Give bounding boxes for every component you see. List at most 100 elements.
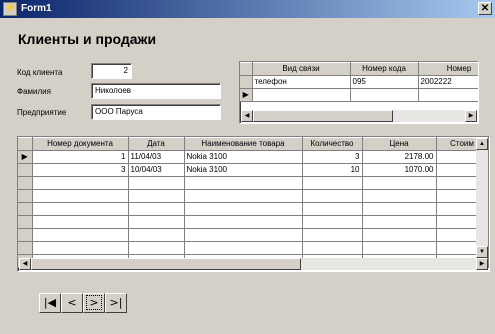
sales-grid[interactable]: Номер документа Дата Наименование товара… [17, 136, 490, 272]
table-cell[interactable] [350, 88, 419, 102]
column-header[interactable]: Номер кода [350, 62, 419, 76]
table-cell[interactable] [128, 176, 185, 190]
table-cell[interactable] [302, 189, 363, 203]
company-label: Предприятие [17, 108, 67, 117]
row-indicator-icon [18, 189, 33, 203]
table-cell[interactable] [184, 228, 303, 242]
table-cell[interactable] [32, 241, 129, 255]
table-cell[interactable] [128, 202, 185, 216]
contacts-grid[interactable]: Вид связи Номер кода Номер телефон 095 2… [239, 61, 479, 124]
table-cell[interactable] [32, 215, 129, 229]
column-header[interactable]: Номер [418, 62, 478, 76]
table-cell[interactable]: 1070.00 [362, 163, 437, 177]
page-title: Клиенты и продажи [18, 31, 157, 47]
surname-field[interactable]: Николоев [91, 83, 221, 99]
horizontal-scrollbar[interactable]: ◀ ▶ [19, 258, 488, 270]
scroll-thumb[interactable] [31, 258, 301, 270]
table-cell[interactable] [362, 241, 437, 255]
table-cell[interactable] [302, 228, 363, 242]
scroll-thumb[interactable] [253, 110, 393, 122]
column-header[interactable]: Вид связи [252, 62, 351, 76]
table-cell[interactable]: 1 [32, 150, 129, 164]
table-cell[interactable] [184, 176, 303, 190]
table-cell[interactable] [32, 189, 129, 203]
next-record-button[interactable]: > [83, 293, 105, 313]
table-cell[interactable] [32, 228, 129, 242]
table-cell[interactable] [128, 228, 185, 242]
column-header[interactable]: Количество [302, 137, 363, 151]
table-cell[interactable] [184, 215, 303, 229]
table-cell[interactable] [128, 241, 185, 255]
table-cell[interactable]: 095 [350, 75, 419, 89]
client-code-label: Код клиента [17, 68, 63, 77]
table-cell[interactable]: 10/04/03 [128, 163, 185, 177]
table-cell[interactable] [362, 228, 437, 242]
close-button[interactable]: ✕ [478, 2, 492, 15]
scroll-down-icon[interactable]: ▼ [476, 246, 488, 258]
table-cell[interactable] [302, 202, 363, 216]
table-cell[interactable]: 10 [302, 163, 363, 177]
table-cell[interactable] [184, 189, 303, 203]
table-cell[interactable] [252, 88, 351, 102]
scroll-left-icon[interactable]: ◀ [19, 258, 31, 270]
table-row[interactable]: ▶ 1 11/04/03 Nokia 3100 3 2178.00 6 [18, 150, 489, 164]
table-cell[interactable] [418, 88, 478, 102]
table-cell[interactable]: 3 [302, 150, 363, 164]
header-corner [18, 137, 33, 151]
title-bar: ⚡ Form1 ✕ [0, 0, 495, 18]
table-row[interactable] [18, 215, 489, 229]
table-cell[interactable] [362, 189, 437, 203]
table-row[interactable] [18, 241, 489, 255]
table-cell[interactable] [362, 176, 437, 190]
column-header[interactable]: Цена [362, 137, 437, 151]
scroll-right-icon[interactable]: ▶ [465, 110, 477, 122]
scroll-right-icon[interactable]: ▶ [476, 258, 488, 270]
table-cell[interactable]: 11/04/03 [128, 150, 185, 164]
row-indicator-icon [18, 215, 33, 229]
table-cell[interactable] [184, 202, 303, 216]
first-record-button[interactable]: |◀ [39, 293, 61, 313]
table-cell[interactable]: 2002222 [418, 75, 478, 89]
client-code-field[interactable]: 2 [91, 63, 132, 79]
next-icon: > [86, 295, 102, 310]
table-cell[interactable] [302, 176, 363, 190]
table-row[interactable] [18, 202, 489, 216]
form-icon: ⚡ [3, 2, 17, 16]
table-cell[interactable]: 3 [32, 163, 129, 177]
scroll-left-icon[interactable]: ◀ [241, 110, 253, 122]
table-cell[interactable] [302, 241, 363, 255]
table-cell[interactable] [362, 202, 437, 216]
last-record-button[interactable]: >| [105, 293, 127, 313]
column-header[interactable]: Номер документа [32, 137, 129, 151]
table-row[interactable] [18, 189, 489, 203]
horizontal-scrollbar[interactable]: ◀ ▶ [241, 110, 477, 122]
table-cell[interactable]: Nokia 3100 [184, 163, 303, 177]
table-cell[interactable] [128, 215, 185, 229]
row-indicator-icon [18, 228, 33, 242]
table-cell[interactable] [184, 241, 303, 255]
table-row[interactable] [18, 228, 489, 242]
sales-header-row: Номер документа Дата Наименование товара… [18, 137, 489, 151]
company-field[interactable]: ООО Парусa [91, 104, 221, 120]
table-cell[interactable] [128, 189, 185, 203]
table-row[interactable] [18, 176, 489, 190]
table-cell[interactable] [32, 202, 129, 216]
table-row[interactable]: телефон 095 2002222 [240, 75, 478, 89]
last-icon: >| [109, 296, 123, 309]
scroll-up-icon[interactable]: ▲ [476, 138, 488, 150]
table-cell[interactable] [302, 215, 363, 229]
column-header[interactable]: Наименование товара [184, 137, 303, 151]
table-cell[interactable] [362, 215, 437, 229]
table-cell[interactable]: 2178.00 [362, 150, 437, 164]
vertical-scrollbar[interactable]: ▲ ▼ [476, 138, 488, 258]
prior-record-button[interactable]: < [61, 293, 83, 313]
row-indicator-icon [18, 241, 33, 255]
column-header[interactable]: Дата [128, 137, 185, 151]
table-row[interactable]: 3 10/04/03 Nokia 3100 10 1070.00 10 [18, 163, 489, 177]
table-row[interactable]: ▶ [240, 88, 478, 102]
prior-icon: < [67, 296, 77, 309]
table-cell[interactable] [32, 176, 129, 190]
row-indicator-icon [18, 176, 33, 190]
table-cell[interactable]: Nokia 3100 [184, 150, 303, 164]
table-cell[interactable]: телефон [252, 75, 351, 89]
